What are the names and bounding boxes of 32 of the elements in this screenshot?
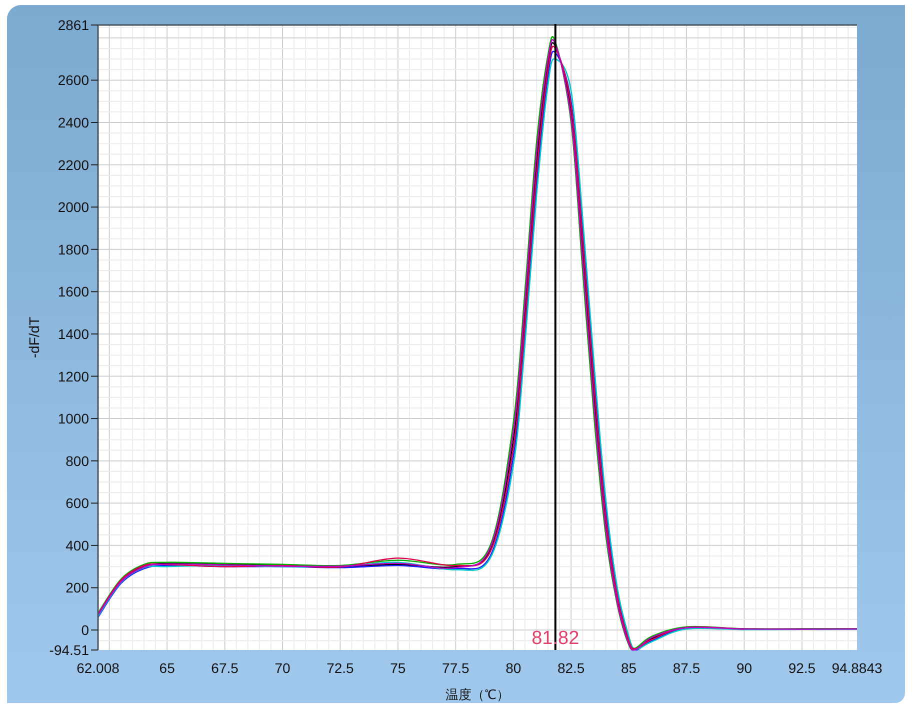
x-tick-label: 67.5 xyxy=(211,660,238,676)
x-tick-label: 72.5 xyxy=(326,660,354,676)
x-tick-label: 75 xyxy=(390,660,406,676)
y-tick-label: 200 xyxy=(66,580,89,596)
x-tick-label: 65 xyxy=(159,660,175,676)
y-tick-label: 1800 xyxy=(58,241,89,258)
x-tick-label: 92.5 xyxy=(788,660,816,676)
x-tick-label: 85 xyxy=(621,660,637,676)
y-tick-label: 400 xyxy=(66,537,89,554)
y-tick-label: 2600 xyxy=(58,72,89,88)
y-tick-label: 1600 xyxy=(58,284,89,300)
x-tick-label: 87.5 xyxy=(672,660,700,676)
y-tick-label: 1200 xyxy=(58,368,89,384)
y-tick-label: 600 xyxy=(66,495,89,512)
y-tick-label: 800 xyxy=(66,452,89,469)
y-tick-label: 2000 xyxy=(58,199,89,216)
x-tick-label: 62.008 xyxy=(76,660,120,676)
x-tick-label: 82.5 xyxy=(557,660,585,676)
x-tick-label: 77.5 xyxy=(442,660,470,676)
y-tick-label: 2200 xyxy=(58,156,89,173)
x-tick-label: 90 xyxy=(736,660,752,676)
x-tick-label: 70 xyxy=(274,660,290,676)
y-tick-label: 1000 xyxy=(58,410,89,427)
y-tick-label: -94.51 xyxy=(49,642,89,658)
x-tick-label: 94.8843 xyxy=(832,660,882,676)
y-tick-label: 1400 xyxy=(58,326,89,342)
x-tick-label: 80 xyxy=(506,660,522,676)
y-axis-title: -dF/dT xyxy=(26,316,42,358)
x-axis-title: 温度（℃） xyxy=(446,687,510,702)
y-tick-label: 2400 xyxy=(58,114,89,130)
y-tick-label: 0 xyxy=(81,622,89,638)
y-tick-label: 2861 xyxy=(58,17,89,33)
